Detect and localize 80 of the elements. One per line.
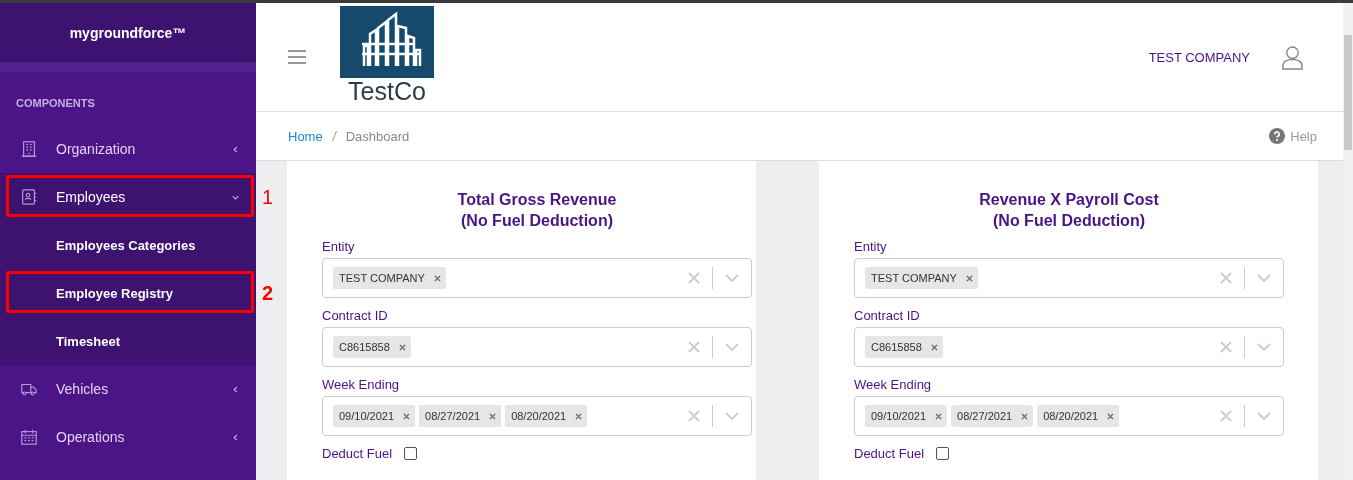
- calendar-icon: [20, 428, 38, 446]
- nav-label: Vehicles: [56, 381, 110, 397]
- clear-icon[interactable]: [1220, 341, 1232, 353]
- breadcrumb-link[interactable]: Home: [288, 128, 323, 144]
- remove-icon[interactable]: [433, 274, 441, 282]
- clear-icon[interactable]: [688, 410, 700, 422]
- building-icon: [20, 140, 38, 158]
- multi-select-field[interactable]: C8615858: [322, 327, 752, 367]
- checkbox-label: Deduct Fuel: [322, 446, 393, 461]
- remove-icon[interactable]: [935, 412, 943, 420]
- checkbox[interactable]: [404, 447, 418, 460]
- dropdown-chevron-icon[interactable]: [1257, 274, 1271, 282]
- remove-icon[interactable]: [930, 343, 938, 351]
- breadcrumb-current: Dashboard: [345, 128, 410, 144]
- nav-item[interactable]: Vehicles: [0, 365, 256, 413]
- card-title: Revenue X Payroll Cost (No Fuel Deduction): [978, 190, 1160, 231]
- remove-icon[interactable]: [398, 343, 406, 351]
- nav-label: Operations: [56, 429, 126, 445]
- selected-chip[interactable]: C8615858: [865, 336, 943, 358]
- remove-icon[interactable]: [403, 412, 411, 420]
- logo-icon: [340, 6, 434, 78]
- company-name[interactable]: TEST COMPANY: [1148, 49, 1250, 65]
- dropdown-chevron-icon[interactable]: [1257, 343, 1271, 351]
- breadcrumb-separator: [331, 131, 337, 141]
- selected-chip[interactable]: TEST COMPANY: [865, 267, 978, 289]
- nav-label: Employee Registry: [56, 285, 174, 301]
- scrollbar[interactable]: [1343, 3, 1353, 480]
- remove-icon[interactable]: [1107, 412, 1115, 420]
- dropdown-chevron-icon[interactable]: [725, 274, 739, 282]
- section-title: COMPONENTS: [15, 96, 96, 111]
- contact-book-icon: [20, 188, 38, 206]
- selected-chip[interactable]: 08/20/2021: [505, 405, 588, 427]
- field-label: Week Ending: [322, 377, 401, 392]
- nav-label: Organization: [56, 141, 137, 157]
- field-label: Entity: [854, 239, 888, 254]
- multi-select-field[interactable]: TEST COMPANY: [854, 258, 1284, 298]
- logo-text: TestCo: [348, 78, 426, 105]
- remove-icon[interactable]: [489, 412, 497, 420]
- selected-chip[interactable]: 08/27/2021: [419, 405, 502, 427]
- remove-icon[interactable]: [575, 412, 583, 420]
- selected-chip[interactable]: 08/20/2021: [1037, 405, 1120, 427]
- scroll-thumb[interactable]: [1344, 35, 1352, 150]
- remove-icon[interactable]: [1021, 412, 1029, 420]
- field-label: Week Ending: [854, 377, 933, 392]
- multi-select-field[interactable]: C8615858: [854, 327, 1284, 367]
- dropdown-chevron-icon[interactable]: [1257, 412, 1271, 420]
- clear-icon[interactable]: [1220, 410, 1232, 422]
- field-label: Contract ID: [322, 308, 389, 323]
- remove-icon[interactable]: [965, 274, 973, 282]
- field-label: Entity: [322, 239, 356, 254]
- help-icon: [1269, 128, 1286, 144]
- checkbox-label: Deduct Fuel: [854, 446, 925, 461]
- card-title: Total Gross Revenue (No Fuel Deduction): [456, 190, 618, 231]
- brand-name: mygroundforce™: [0, 3, 256, 62]
- dropdown-chevron-icon[interactable]: [725, 412, 739, 420]
- nav-item[interactable]: Organization: [0, 125, 256, 173]
- annotation-number: 1: [262, 185, 274, 209]
- multi-select-field[interactable]: 09/10/2021 08/27/2021 08/20/2021: [322, 396, 752, 436]
- field-label: Contract ID: [854, 308, 921, 323]
- selected-chip[interactable]: 09/10/2021: [333, 405, 416, 427]
- nav-label: Employees: [56, 189, 127, 205]
- checkbox[interactable]: [936, 447, 950, 460]
- clear-icon[interactable]: [688, 272, 700, 284]
- multi-select-field[interactable]: TEST COMPANY: [322, 258, 752, 298]
- multi-select-field[interactable]: 09/10/2021 08/27/2021 08/20/2021: [854, 396, 1284, 436]
- nav-label: Employees Categories: [56, 237, 196, 253]
- annotation-number: 2: [262, 281, 274, 305]
- clear-icon[interactable]: [688, 341, 700, 353]
- nav-item[interactable]: Operations: [0, 413, 256, 461]
- selected-chip[interactable]: C8615858: [333, 336, 411, 358]
- selected-chip[interactable]: 08/27/2021: [951, 405, 1034, 427]
- menu-icon[interactable]: [288, 50, 306, 64]
- selected-chip[interactable]: TEST COMPANY: [333, 267, 446, 289]
- user-icon[interactable]: [1282, 44, 1303, 70]
- nav-subitem[interactable]: Employees Categories: [0, 221, 256, 269]
- clear-icon[interactable]: [1220, 272, 1232, 284]
- selected-chip[interactable]: 09/10/2021: [865, 405, 948, 427]
- dropdown-chevron-icon[interactable]: [725, 343, 739, 351]
- nav-subitem[interactable]: Timesheet: [0, 317, 256, 365]
- nav-label: Timesheet: [56, 333, 121, 349]
